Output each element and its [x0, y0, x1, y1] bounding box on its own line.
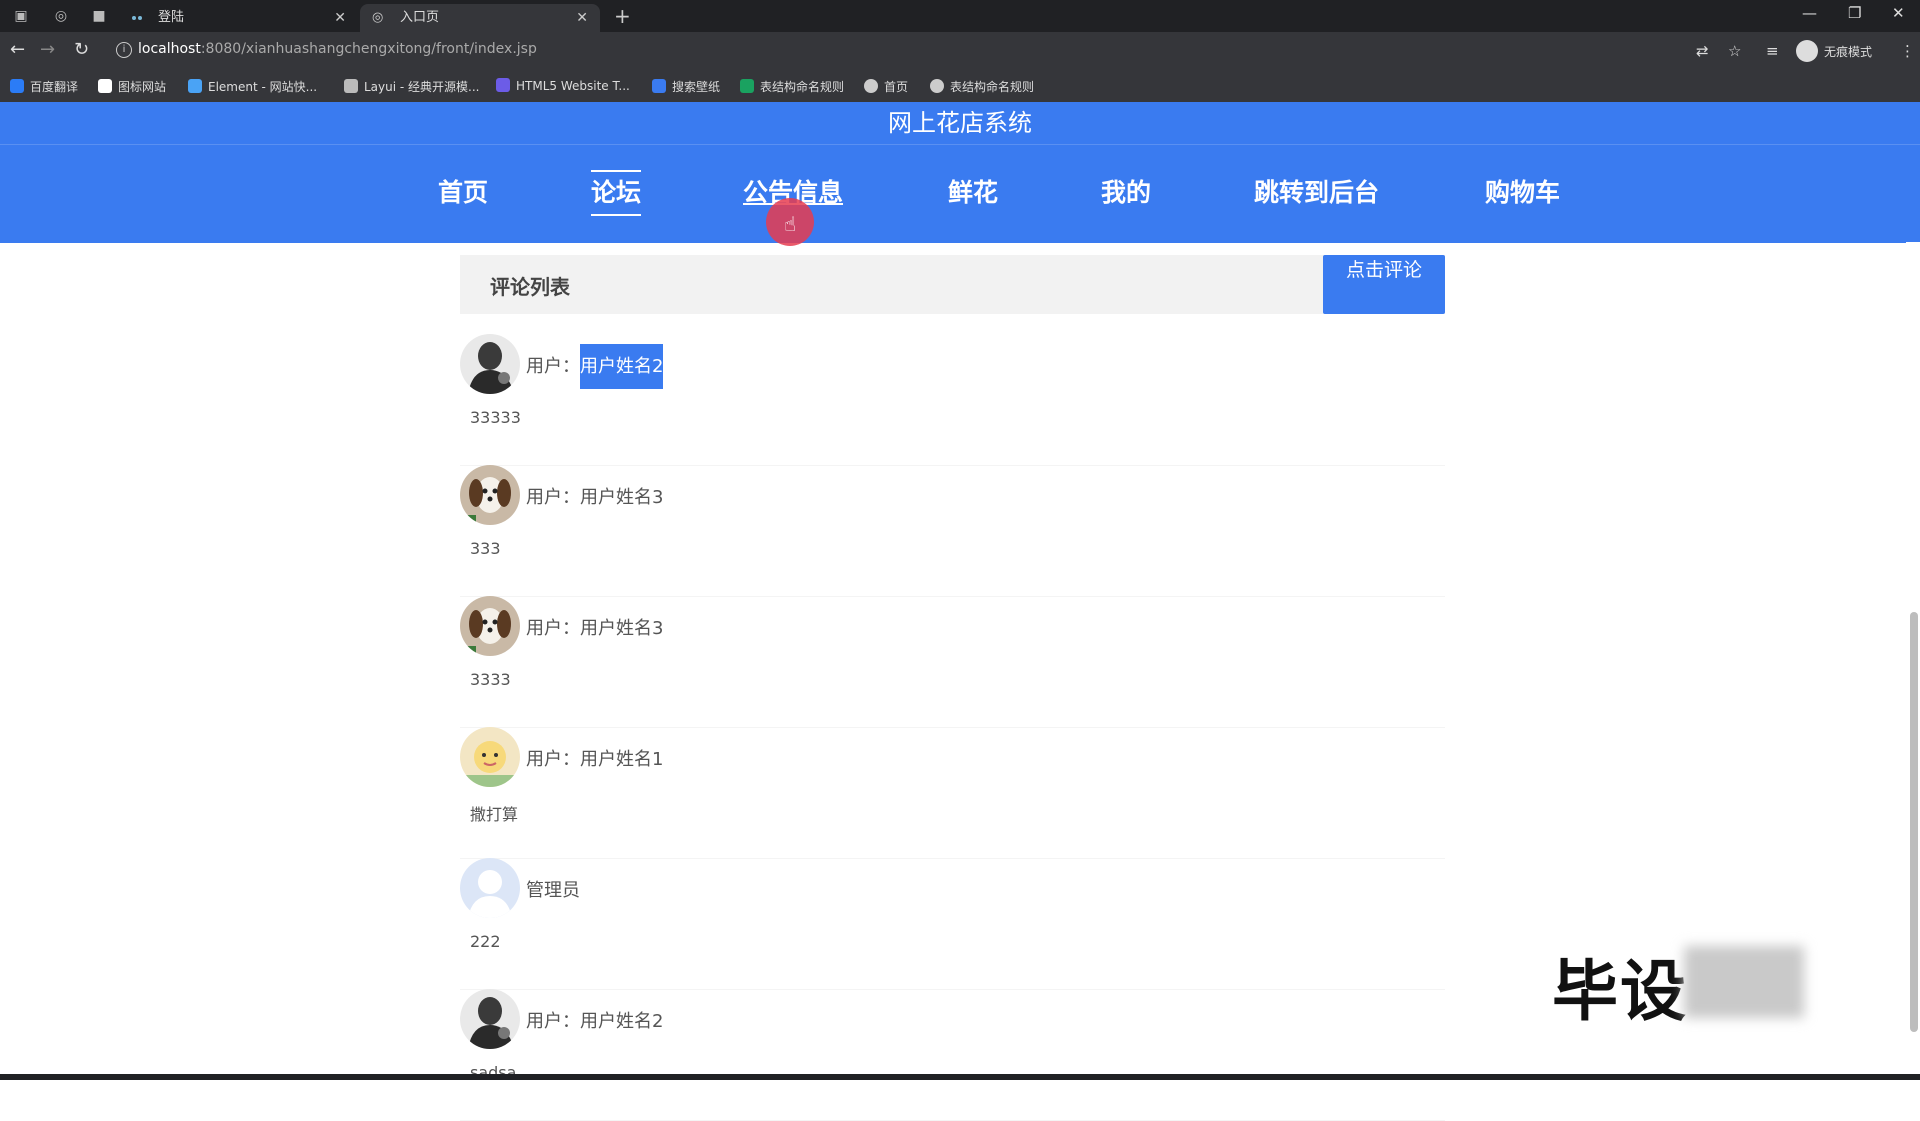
site-brand: 网上花店系统 [888, 109, 1032, 137]
nav-cart[interactable]: 购物车 [1485, 178, 1560, 208]
reading-list-icon[interactable]: ≡ [1766, 42, 1779, 60]
comment-text: 33333 [470, 408, 521, 427]
app-icon[interactable]: ▣ [12, 7, 30, 25]
incognito-label[interactable]: 无痕模式 [1824, 43, 1872, 60]
comment-text: 333 [470, 539, 501, 558]
translate-icon[interactable]: ⇄ [1696, 42, 1709, 60]
nav-flowers[interactable]: 鲜花 [948, 178, 998, 208]
comment-username: 用户：用户姓名2 [526, 344, 664, 389]
comment-list-header: 评论列表 [460, 255, 1445, 314]
sheet-icon [740, 79, 754, 93]
forward-icon[interactable]: → [40, 40, 55, 60]
comment-text: 222 [470, 932, 501, 951]
tab-title: 入口页 [400, 10, 440, 25]
avatar [460, 727, 520, 787]
hand-cursor-icon: ☝ [784, 212, 797, 236]
star-icon[interactable]: ☆ [1728, 42, 1741, 60]
layui-icon [344, 79, 358, 93]
avatar [460, 334, 520, 394]
nav-mine[interactable]: 我的 [1101, 178, 1151, 208]
browser-tab-bar: ▣ ◎ ■ 登陆 ✕ ◎ 入口页 ✕ + — ❐ ✕ [0, 0, 1920, 32]
tab-favicon-icon [132, 16, 136, 20]
globe-icon: ◎ [372, 10, 384, 25]
comment-text: 3333 [470, 670, 511, 689]
tab-title: 登陆 [158, 10, 185, 25]
minimize-icon[interactable]: — [1802, 4, 1817, 22]
nav-admin[interactable]: 跳转到后台 [1254, 178, 1379, 208]
nav-home[interactable]: 首页 [438, 178, 488, 208]
scrollbar-thumb[interactable] [1910, 612, 1918, 1032]
comment-username: 用户：用户姓名3 [526, 618, 664, 639]
bookmark-item[interactable]: Layui - 经典开源模... [344, 78, 479, 95]
wallpaper-icon [652, 79, 666, 93]
tab-entry[interactable]: ◎ 入口页 ✕ [360, 4, 600, 32]
reload-icon[interactable]: ↻ [74, 40, 89, 60]
site-header: 网上花店系统 [0, 102, 1920, 144]
comment-item: 用户：用户姓名3 333 [460, 465, 1445, 597]
bookmark-item[interactable]: 搜索壁纸 [652, 78, 720, 95]
back-icon[interactable]: ← [10, 40, 25, 60]
close-icon[interactable]: ✕ [576, 4, 588, 32]
comment-item: 用户：用户姓名2 sadsa [460, 989, 1445, 1121]
element-icon [188, 79, 202, 93]
bookmark-item[interactable]: 表结构命名规则 [930, 78, 1034, 95]
comment-item: 用户：用户姓名2 33333 [460, 334, 1445, 466]
info-icon[interactable]: i [116, 42, 132, 58]
window-bottom-edge [0, 1074, 1920, 1080]
bookmark-icon [10, 79, 24, 93]
comment-text: 撒打算 [470, 805, 519, 824]
watermark-blur [1684, 946, 1804, 1018]
window-icon[interactable]: ■ [90, 7, 108, 25]
url-text[interactable]: localhost:8080/xianhuashangchengxitong/f… [138, 41, 537, 57]
bookmark-item[interactable]: 图标网站 [98, 78, 166, 95]
avatar [460, 858, 520, 918]
close-icon[interactable]: ✕ [334, 4, 346, 32]
url-host: localhost [138, 41, 201, 57]
flag-icon [98, 79, 112, 93]
avatar [460, 596, 520, 656]
comment-list-title: 评论列表 [490, 275, 570, 299]
globe-icon[interactable]: ◎ [52, 7, 70, 25]
address-bar[interactable]: i localhost:8080/xianhuashangchengxitong… [110, 37, 1710, 65]
comment-item: 用户：用户姓名3 3333 [460, 596, 1445, 728]
menu-icon[interactable]: ⋮ [1900, 42, 1915, 60]
bookmarks-bar: 百度翻译 图标网站 Element - 网站快... Layui - 经典开源模… [0, 70, 1920, 103]
avatar [460, 989, 520, 1049]
add-comment-button[interactable]: 点击评论 [1323, 255, 1445, 314]
nav-forum[interactable]: 论坛 [591, 170, 642, 216]
bookmark-item[interactable]: Element - 网站快... [188, 78, 317, 95]
bookmark-item[interactable]: 百度翻译 [10, 78, 78, 95]
globe-icon [864, 79, 878, 93]
bookmark-item[interactable]: 首页 [864, 78, 908, 95]
cursor-highlight: ☝ [766, 198, 814, 246]
watermark: 毕设 [1552, 953, 1688, 1030]
comment-item: 用户：用户姓名1 撒打算 [460, 727, 1445, 859]
comment-username: 用户：用户姓名2 [526, 1011, 664, 1032]
incognito-icon[interactable] [1796, 40, 1818, 62]
avatar [460, 465, 520, 525]
tab-login[interactable]: 登陆 ✕ [118, 4, 358, 32]
url-path: :8080/xianhuashangchengxitong/front/inde… [200, 41, 537, 57]
bookmark-item[interactable]: 表结构命名规则 [740, 78, 844, 95]
new-tab-icon[interactable]: + [614, 5, 631, 27]
comment-username: 管理员 [526, 880, 580, 901]
window-close-icon[interactable]: ✕ [1892, 4, 1905, 22]
comment-item: 管理员 222 [460, 858, 1445, 990]
html5-icon [496, 78, 510, 92]
restore-icon[interactable]: ❐ [1848, 4, 1861, 22]
site-nav: 首页 论坛 公告信息 鲜花 我的 跳转到后台 购物车 [0, 144, 1920, 243]
globe-icon [930, 79, 944, 93]
browser-toolbar: ← → ↻ i localhost:8080/xianhuashangcheng… [0, 32, 1920, 70]
comment-username: 用户：用户姓名3 [526, 487, 664, 508]
bookmark-item[interactable]: HTML5 Website T... [496, 78, 630, 93]
comment-username: 用户：用户姓名1 [526, 749, 664, 770]
